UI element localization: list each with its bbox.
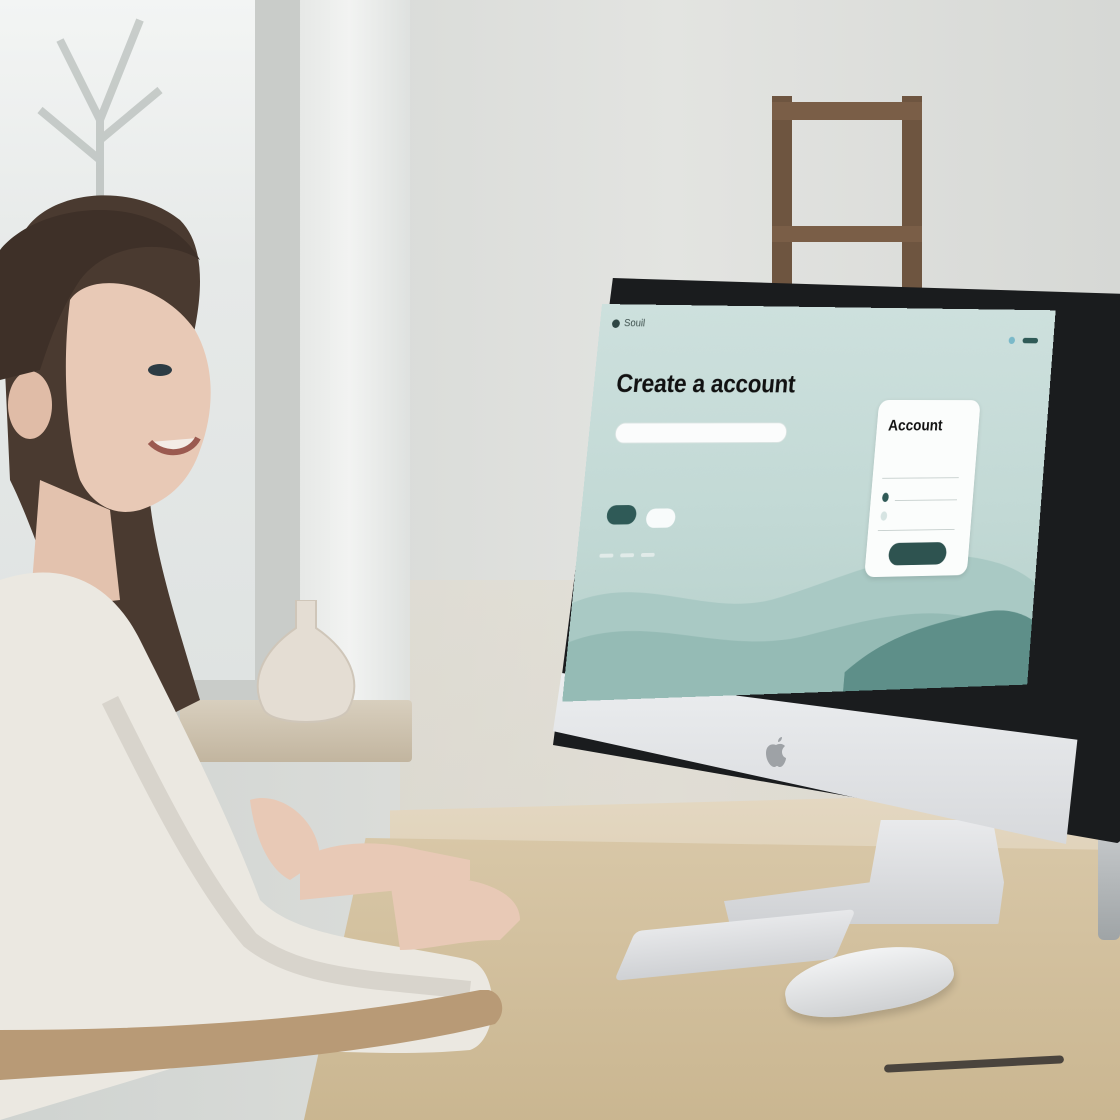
nav-link-1[interactable]: [967, 337, 975, 343]
dot-logo-icon: [611, 318, 621, 328]
primary-button[interactable]: [605, 504, 638, 525]
nav-links: [967, 336, 1039, 345]
wall-ladder: [772, 96, 922, 296]
secondary-button[interactable]: [645, 508, 677, 528]
radio-unselected[interactable]: [880, 511, 888, 521]
email-input[interactable]: [613, 422, 788, 444]
page-title: Create a account: [615, 368, 797, 398]
nav-logo-text: Souil: [623, 317, 646, 330]
photo-scene: Souil Create a account Account: [0, 0, 1120, 1120]
card-radio-line: [894, 499, 958, 501]
signup-page: Souil Create a account Account: [562, 304, 1056, 702]
card-field-line[interactable]: [882, 477, 959, 479]
theme-toggle-icon[interactable]: [1008, 336, 1016, 345]
nav-link-2[interactable]: [983, 337, 989, 342]
hero-description: [613, 456, 790, 457]
account-card: Account: [864, 399, 981, 578]
radio-selected[interactable]: [881, 492, 890, 503]
card-submit-button[interactable]: [887, 542, 948, 566]
chair-back: [0, 990, 503, 1080]
nav-cta-button[interactable]: [1022, 337, 1039, 344]
card-title: Account: [887, 416, 944, 435]
woman-figure: [0, 195, 520, 1120]
screen-area: Souil Create a account Account: [560, 300, 1120, 750]
nav-logo[interactable]: Souil: [611, 317, 646, 330]
nav-link-3[interactable]: [996, 338, 1002, 343]
card-divider: [877, 528, 955, 532]
